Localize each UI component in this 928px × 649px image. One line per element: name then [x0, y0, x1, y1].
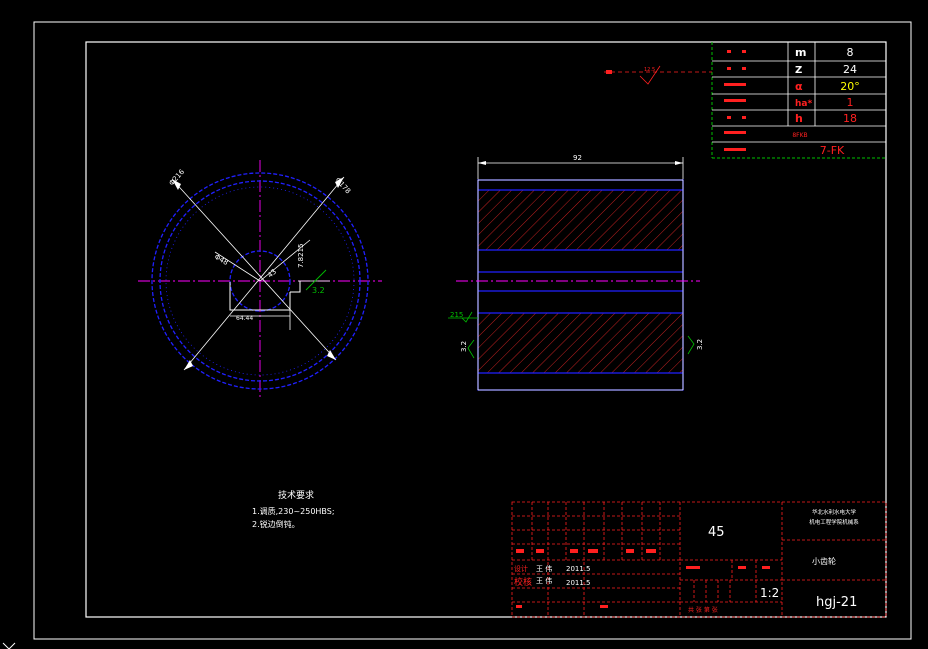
designer-label: 设计 — [514, 564, 528, 573]
section-view: 92 215 3.2 3.2 — [448, 154, 704, 391]
drawing-number: hgj-21 — [816, 595, 857, 610]
checker-label: 校核 — [514, 576, 532, 588]
ucs-icon — [2, 642, 16, 649]
roughness-bore-value: 215 — [450, 311, 463, 319]
front-view: Φ216 Φ178 Φ48 43 7.8215 64.44 3.2 — [138, 160, 382, 400]
part-name: 小齿轮 — [812, 556, 836, 566]
param-z-value: 24 — [843, 63, 857, 76]
param-alpha-symbol: α — [795, 80, 803, 93]
dim-bore-diameter: Φ48 — [213, 253, 229, 267]
roughness-face-right-value: 3.2 — [696, 339, 704, 350]
designer-name: 王 伟 — [536, 564, 552, 573]
roughness-general: 12.5 — [604, 65, 712, 85]
param-grade-value: 7-FK — [820, 144, 845, 157]
param-h-symbol: h — [795, 112, 803, 125]
param-m-symbol: m — [795, 46, 806, 59]
roughness-keyway: 3.2 — [305, 269, 327, 295]
material: 45 — [708, 525, 725, 540]
school-name: 华北水利水电大学 — [812, 508, 857, 516]
checker-name: 王 伟 — [536, 576, 552, 585]
cad-drawing: m Z α ha* h 8 24 20° 1 18 8FKB 7-FK 12.5 — [2, 21, 912, 649]
dim-shaft-step: 64.44 — [236, 315, 253, 322]
param-z-symbol: Z — [795, 65, 802, 76]
notes-heading: 技术要求 — [278, 489, 314, 501]
param-ha-value: 1 — [847, 96, 854, 109]
roughness-face-left-value: 3.2 — [460, 341, 468, 352]
notes-line-1: 1.调质,230~250HBS; — [252, 506, 335, 516]
param-alpha-value: 20° — [840, 80, 860, 93]
param-m-value: 8 — [847, 46, 854, 59]
outer-frame — [33, 21, 912, 640]
dim-keyway-width: 43 — [266, 268, 278, 280]
roughness-face-right: 3.2 — [687, 335, 704, 355]
param-table: m Z α ha* h 8 24 20° 1 18 8FKB 7-FK — [711, 42, 886, 159]
param-h-value: 18 — [843, 112, 857, 125]
design-date: 2011.5 — [566, 565, 591, 573]
technical-notes: 技术要求 1.调质,230~250HBS; 2.锐边倒钝。 — [252, 489, 335, 529]
param-ha-symbol: ha* — [795, 99, 812, 109]
dim-keyway-tol: 7.8215 — [297, 244, 305, 269]
roughness-face-left: 3.2 — [460, 339, 475, 359]
dept-name: 机电工程学院机械系 — [809, 518, 859, 526]
roughness-general-value: 12.5 — [644, 67, 655, 73]
scale: 1:2 — [760, 586, 779, 600]
title-block: 设计 王 伟 2011.5 校核 王 伟 2011.5 共 张 第 张 45 华… — [511, 501, 887, 618]
dim-face-width: 92 — [573, 154, 582, 162]
roughness-bore: 215 — [448, 311, 478, 323]
check-date: 2011.5 — [566, 579, 591, 587]
param-mid-label: 8FKB — [792, 132, 807, 139]
roughness-keyway-value: 3.2 — [312, 286, 325, 295]
sheet-note: 共 张 第 张 — [688, 606, 718, 614]
notes-line-2: 2.锐边倒钝。 — [252, 519, 300, 529]
